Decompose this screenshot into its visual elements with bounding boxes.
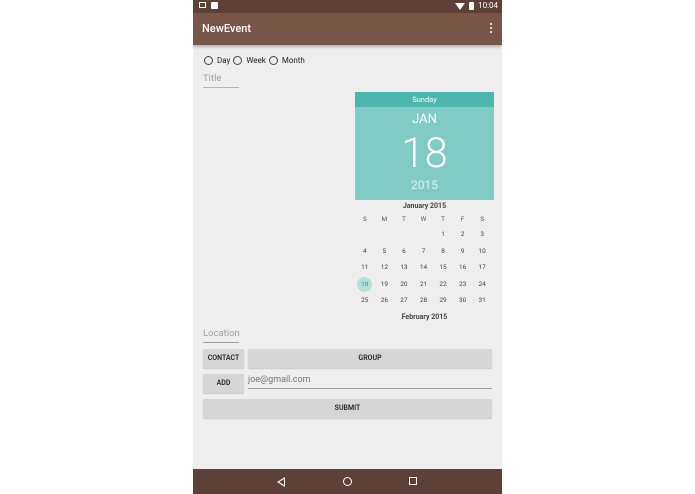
submit-button[interactable]: SUBMIT (203, 399, 492, 418)
weekday-header: T (441, 215, 445, 223)
calendar-day-30[interactable]: 30 (453, 292, 473, 309)
calendar-day-empty (355, 226, 375, 243)
month-label: January 2015 (402, 202, 447, 210)
radio-button-icon[interactable] (268, 56, 278, 65)
selected-year[interactable]: 2015 (355, 178, 494, 192)
calendar-day-31[interactable]: 31 (472, 292, 492, 309)
image-notification-icon (199, 2, 206, 8)
app-bar: NewEvent (193, 13, 502, 45)
radio-button-icon[interactable] (233, 56, 243, 65)
calendar-day-22[interactable]: 22 (433, 276, 453, 293)
radio-day-label: Day (217, 56, 231, 65)
battery-icon (469, 2, 475, 10)
weekday-header: T (401, 215, 406, 223)
radio-button-icon[interactable] (204, 56, 213, 65)
week-row: 11 12 13 14 15 16 17 (355, 259, 494, 276)
calendar-day-empty (375, 226, 395, 243)
calendar-day-29[interactable]: 29 (433, 292, 453, 309)
calendar-day-6[interactable]: 6 (394, 243, 414, 260)
calendar-day-23[interactable]: 23 (453, 276, 473, 293)
calendar-day-empty (414, 226, 434, 243)
calendar-day-19[interactable]: 19 (375, 276, 395, 293)
calendar-day-27[interactable]: 27 (394, 292, 414, 309)
overflow-menu-icon[interactable] (490, 23, 492, 35)
selected-day[interactable]: 18 (355, 130, 494, 178)
month-grid: January 2015 SMTWTFS 1 2 3 4 5 6 7 8 9 10 11 12 13 14… (355, 200, 494, 326)
briefcase-notification-icon (211, 2, 218, 9)
calendar-day-28[interactable]: 28 (414, 292, 434, 309)
home-icon[interactable] (343, 477, 352, 486)
weekday-header: W (420, 215, 427, 223)
calendar-day-25[interactable]: 25 (355, 292, 375, 309)
weekday-header: S (480, 215, 485, 223)
calendar-day-17[interactable]: 17 (472, 259, 492, 276)
calendar-day-18[interactable]: 18 (355, 276, 375, 293)
week-row: 18 19 20 21 22 23 24 (355, 276, 494, 293)
calendar-day-9[interactable]: 9 (453, 243, 473, 260)
status-time: 10:04 (478, 1, 498, 10)
calendar-day-10[interactable]: 10 (472, 243, 492, 260)
date-picker: Sunday JAN 18 2015 January 2015 SMTWTFS … (355, 92, 494, 326)
calendar-day-5[interactable]: 5 (375, 243, 395, 260)
calendar-day-26[interactable]: 26 (375, 292, 395, 309)
radio-month-label: Month (281, 56, 305, 65)
calendar-day-4[interactable]: 4 (355, 243, 375, 260)
calendar-day-11[interactable]: 11 (355, 259, 375, 276)
status-bar: 10:04 (193, 0, 502, 13)
radio-month[interactable]: Month (268, 56, 305, 65)
calendar-day-3[interactable]: 3 (472, 226, 492, 243)
calendar-day-14[interactable]: 14 (414, 259, 434, 276)
calendar-day-20[interactable]: 20 (394, 276, 414, 293)
calendar-day-24[interactable]: 24 (472, 276, 492, 293)
calendar-day-2[interactable]: 2 (453, 226, 473, 243)
weeks-container: 1 2 3 4 5 6 7 8 9 10 11 12 13 14 15 16 17 18 19 20 21 22 23 24 2… (355, 226, 494, 309)
calendar-day-1[interactable]: 1 (433, 226, 453, 243)
week-row: 123 (355, 226, 494, 243)
group-button[interactable]: GROUP (248, 349, 492, 368)
calendar-day-13[interactable]: 13 (394, 259, 414, 276)
contact-button[interactable]: CONTACT (203, 349, 244, 368)
calendar-day-8[interactable]: 8 (433, 243, 453, 260)
calendar-day-empty (394, 226, 414, 243)
recent-apps-icon[interactable] (409, 477, 417, 485)
add-button[interactable]: ADD (203, 374, 244, 393)
week-row: 4 5 6 7 8 9 10 (355, 243, 494, 260)
wifi-icon (455, 2, 466, 10)
weekday-header-row: SMTWTFS (355, 212, 494, 226)
radio-week[interactable]: Week (233, 56, 266, 65)
calendar-day-21[interactable]: 21 (414, 276, 434, 293)
date-picker-header: Sunday JAN 18 2015 (355, 92, 494, 200)
next-month-preview: · · · · · · · (363, 321, 486, 326)
weekday-header: M (381, 215, 388, 223)
title-input[interactable]: Title (203, 73, 239, 88)
navigation-bar (193, 469, 502, 494)
week-row: 25 26 27 28 29 30 31 (355, 292, 494, 309)
calendar-day-12[interactable]: 12 (375, 259, 395, 276)
weekday-header: S (362, 215, 367, 223)
radio-day[interactable]: Day (204, 56, 230, 65)
calendar-day-7[interactable]: 7 (414, 243, 434, 260)
selected-month[interactable]: JAN (355, 112, 494, 127)
device-screen: 10:04 NewEvent Day Week Month Title Sund… (193, 0, 502, 494)
calendar-day-15[interactable]: 15 (433, 259, 453, 276)
radio-week-label: Week (246, 56, 266, 65)
email-input[interactable]: joe@gmail.com (248, 375, 492, 389)
back-icon[interactable] (277, 477, 285, 487)
selected-day-of-week: Sunday (355, 92, 494, 107)
weekday-header: F (460, 215, 465, 223)
view-radio-group: Day Week Month (204, 56, 308, 65)
app-title: NewEvent (202, 22, 252, 35)
location-input[interactable]: Location (203, 328, 240, 343)
calendar-day-16[interactable]: 16 (453, 259, 473, 276)
